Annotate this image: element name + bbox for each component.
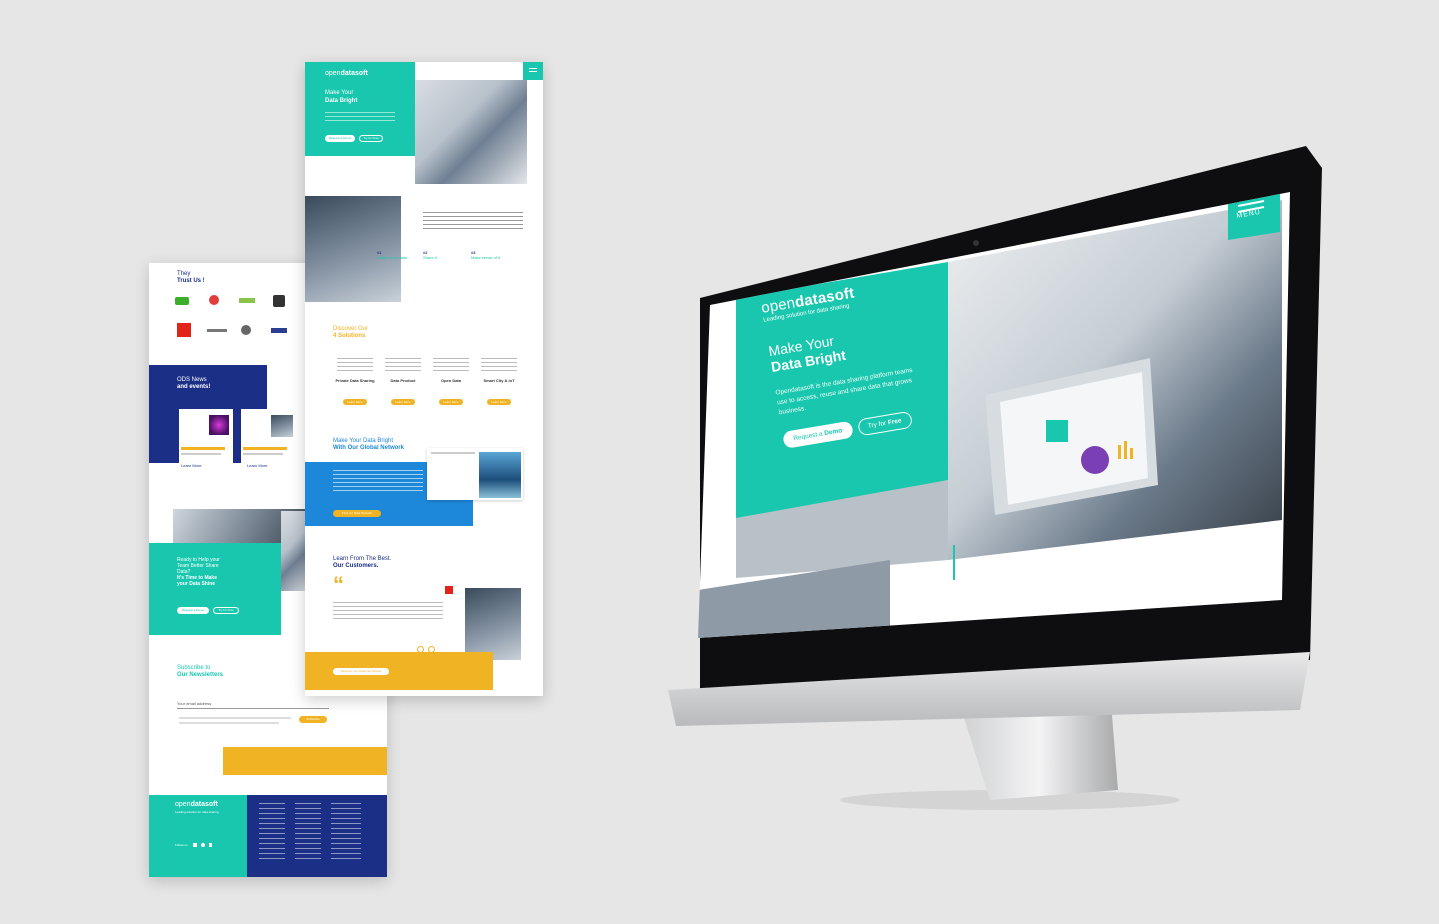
imac-camera xyxy=(973,240,979,246)
imac-device xyxy=(668,146,1322,810)
imac-bezel xyxy=(700,146,1322,690)
